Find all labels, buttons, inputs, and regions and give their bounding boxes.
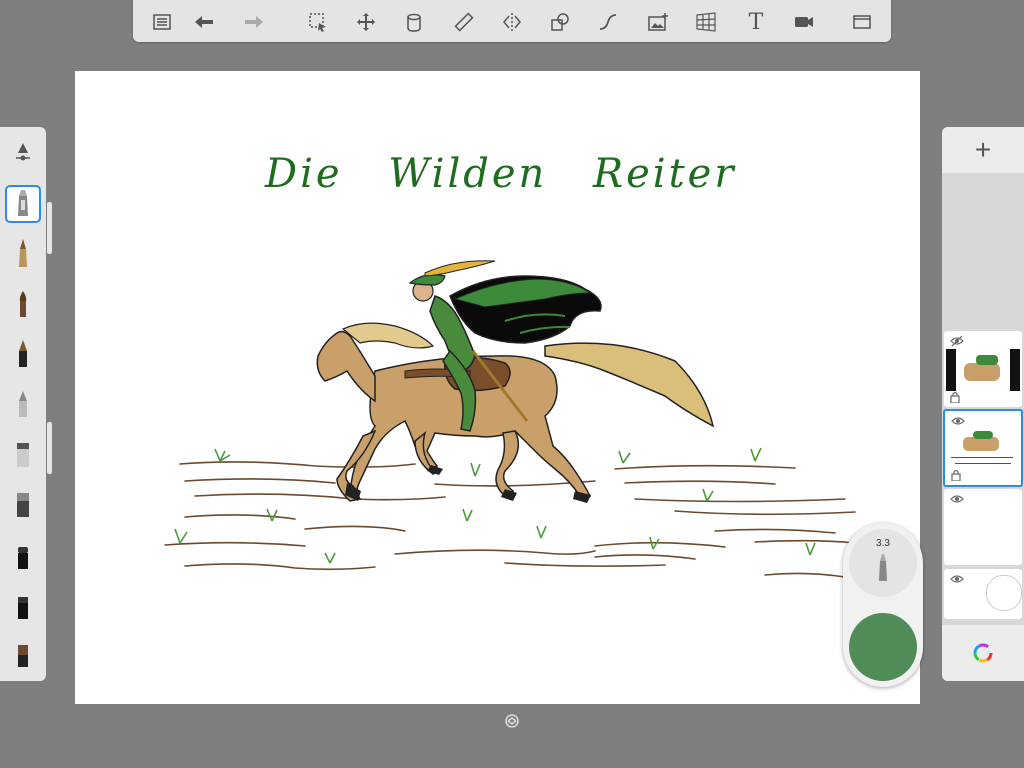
layer-thumbnail[interactable] [944, 489, 1022, 565]
marker-brush[interactable] [6, 335, 40, 371]
text-tool-label: T [748, 9, 764, 35]
symmetry-icon[interactable] [499, 9, 525, 35]
ink-pen-brush[interactable] [6, 235, 40, 271]
paintbrush-brush[interactable] [6, 285, 40, 321]
eye-icon[interactable] [950, 573, 964, 585]
brush-settings-icon[interactable] [14, 141, 32, 163]
video-icon[interactable] [791, 9, 817, 35]
canvas-reset-icon[interactable] [504, 713, 520, 729]
layer-preview-title [965, 421, 1015, 431]
lock-icon[interactable] [951, 469, 961, 481]
layer-thumbnail[interactable] [944, 331, 1022, 407]
fine-brush[interactable] [6, 587, 40, 623]
layer-blank-circle [986, 575, 1022, 611]
layer-preview [946, 349, 1020, 391]
airbrush-brush[interactable] [6, 385, 40, 421]
selection-icon[interactable] [305, 9, 331, 35]
pencil-brush[interactable] [5, 185, 41, 223]
brush-size-slider[interactable] [47, 202, 52, 254]
ruler-icon[interactable] [451, 9, 477, 35]
color-wheel-icon [973, 643, 993, 663]
eye-icon[interactable] [950, 493, 964, 505]
undo-arrow-icon[interactable] [191, 9, 217, 35]
drawing-canvas[interactable]: Die Wilden Reiter [75, 71, 920, 704]
image-add-icon[interactable] [645, 9, 671, 35]
brush-opacity-slider[interactable] [47, 422, 52, 474]
smudge-brush[interactable] [6, 435, 40, 471]
paint-bucket-icon[interactable] [401, 9, 427, 35]
brush-palette [0, 127, 46, 681]
solid-brush[interactable] [6, 537, 40, 573]
horse-rider-illustration [164, 260, 856, 578]
texture-brush[interactable] [6, 635, 40, 671]
brush-size-value: 3.3 [876, 538, 890, 549]
list-icon[interactable] [149, 9, 175, 35]
brush-size-control[interactable]: 3.3 [849, 529, 917, 597]
current-color-swatch[interactable] [849, 613, 917, 681]
color-wheel-button[interactable] [942, 625, 1024, 681]
eye-hidden-icon[interactable] [950, 335, 964, 347]
text-icon[interactable]: T [743, 9, 769, 35]
perspective-grid-icon[interactable] [693, 9, 719, 35]
curve-icon[interactable] [595, 9, 621, 35]
shape-icon[interactable] [547, 9, 573, 35]
top-toolbar: T [133, 0, 891, 42]
layer-thumbnail-selected[interactable] [943, 409, 1023, 487]
redo-arrow-icon[interactable] [241, 9, 267, 35]
add-layer-label: + [974, 134, 992, 165]
fullscreen-icon[interactable] [849, 9, 875, 35]
move-icon[interactable] [353, 9, 379, 35]
pencil-icon [879, 554, 887, 581]
layer-panel: + [942, 127, 1024, 681]
eraser-brush[interactable] [6, 485, 40, 521]
add-layer-button[interactable]: + [942, 127, 1024, 173]
layer-thumbnail[interactable] [944, 569, 1022, 619]
eye-icon[interactable] [951, 415, 965, 427]
brush-puck[interactable]: 3.3 [843, 523, 923, 687]
lock-icon[interactable] [950, 391, 960, 403]
